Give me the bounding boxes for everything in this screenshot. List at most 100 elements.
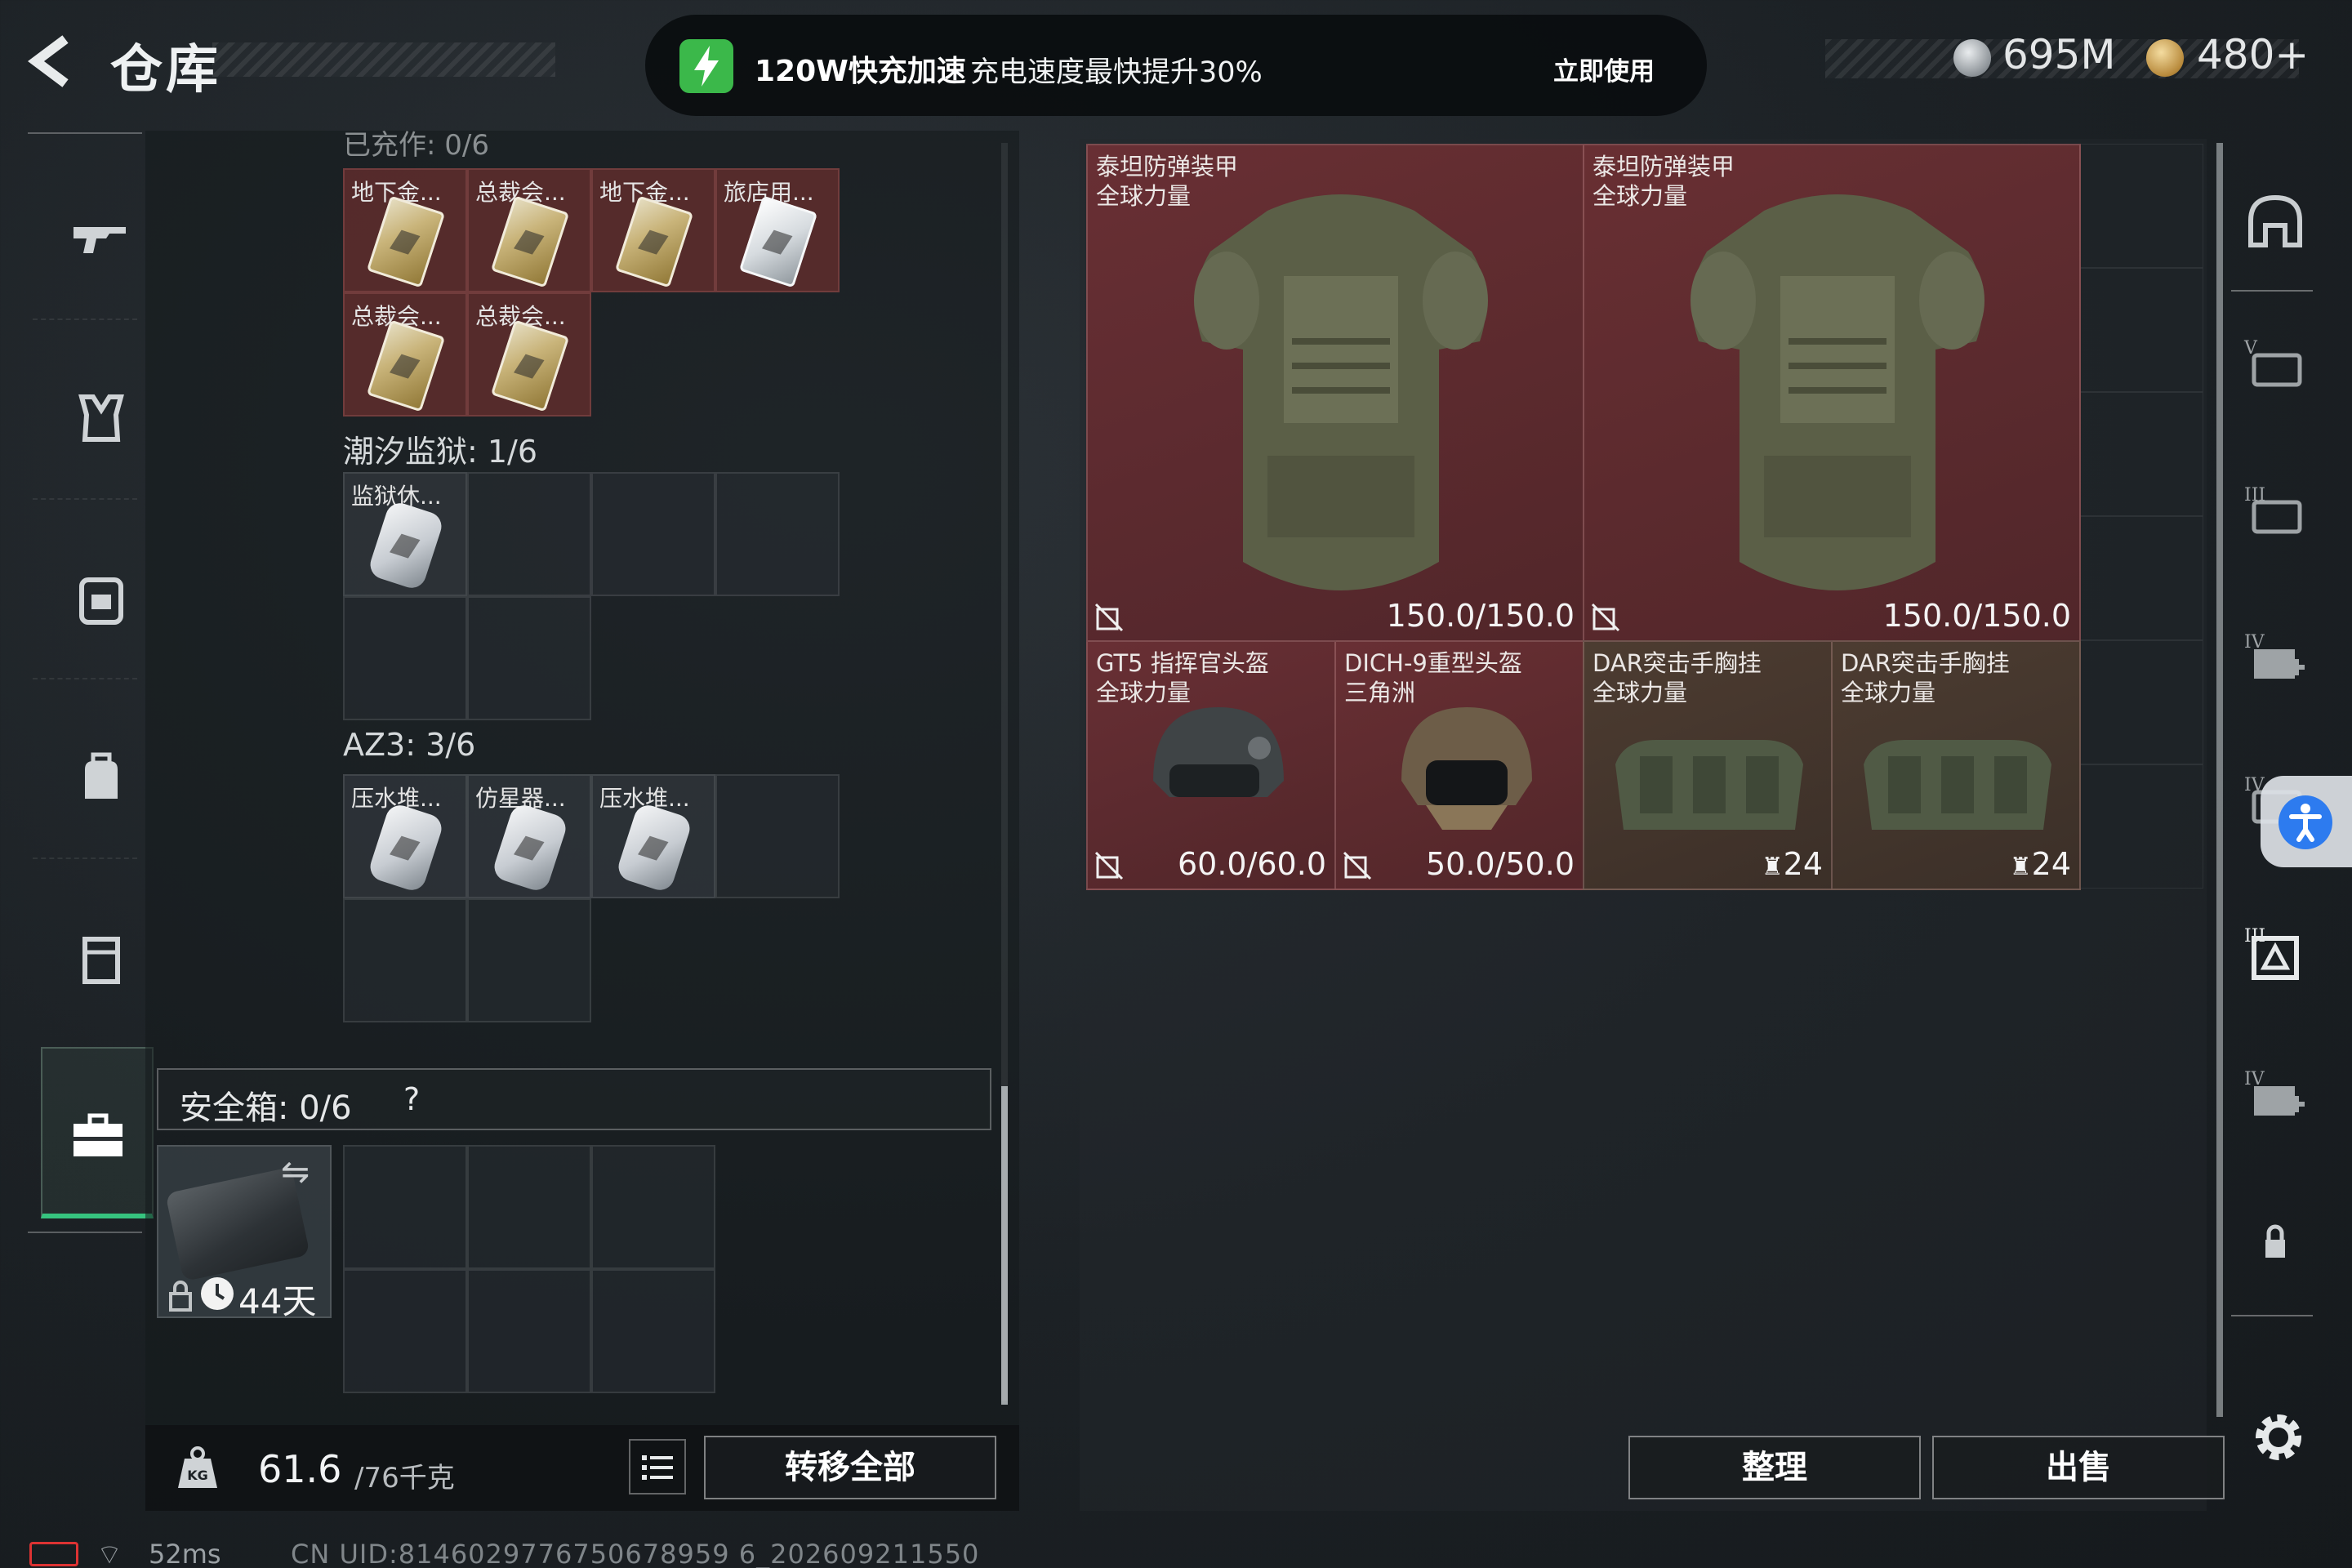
key-card-slot[interactable]: 旅店用... <box>715 168 840 292</box>
empty-slot[interactable] <box>343 1145 467 1269</box>
empty-slot[interactable] <box>2079 268 2203 392</box>
promo-banner[interactable]: 120W快充加速 充电速度最快提升30% 立即使用 <box>645 15 1707 116</box>
ping-readout: 52ms <box>149 1539 221 1568</box>
vest-icon: ♜ <box>1761 853 1784 881</box>
keycard-icon <box>738 195 818 288</box>
keycard-icon <box>366 801 446 894</box>
key-card-slot[interactable]: 总裁会... <box>467 168 591 292</box>
key-card-slot[interactable]: 监狱休... <box>343 472 467 596</box>
durability-value: 150.0/150.0 <box>1386 598 1575 634</box>
gun-icon[interactable] <box>69 206 134 271</box>
equipment-filter-rail: V III IV IV III IV <box>2231 139 2328 1323</box>
inventory-item-chest-rig[interactable]: DAR突击手胸挂 全球力量 ♜24 <box>1831 640 2081 890</box>
inventory-item-chest-rig[interactable]: DAR突击手胸挂 全球力量 ♜24 <box>1583 640 1833 890</box>
inventory-item-helmet[interactable]: DICH-9重型头盔 三角洲 50.0/50.0 <box>1334 640 1584 890</box>
empty-slot[interactable] <box>467 1269 591 1393</box>
empty-slot[interactable] <box>591 1269 715 1393</box>
toolbox-tab-active[interactable] <box>41 1047 154 1218</box>
armor-iii-icon[interactable]: III <box>2243 478 2308 543</box>
item-name: DAR突击手胸挂 全球力量 <box>1592 649 1762 706</box>
back-button[interactable] <box>24 33 82 90</box>
item-name: DAR突击手胸挂 全球力量 <box>1841 649 2010 706</box>
transfer-all-button[interactable]: 转移全部 <box>704 1436 996 1499</box>
keycard-icon <box>490 319 570 412</box>
durability-value: 60.0/60.0 <box>1177 846 1326 882</box>
list-view-button[interactable] <box>629 1439 686 1494</box>
clock-icon <box>201 1277 234 1310</box>
empty-slot[interactable] <box>591 472 715 596</box>
empty-slot[interactable] <box>715 774 840 898</box>
sort-button[interactable]: 整理 <box>1628 1436 1921 1499</box>
lightning-icon <box>679 39 733 93</box>
swap-icon[interactable]: ⇋ <box>281 1152 310 1192</box>
key-card-slot[interactable]: 总裁会... <box>343 292 467 416</box>
accessibility-button[interactable] <box>2261 776 2352 867</box>
bag-iii-icon[interactable]: III <box>2243 919 2308 984</box>
safe-box-item[interactable]: ⇋ 44天 <box>157 1145 332 1321</box>
armor-v-icon[interactable]: V <box>2243 331 2308 396</box>
nav-top-line <box>28 132 142 134</box>
wifi-icon: ⌔ <box>96 1539 122 1568</box>
empty-slot[interactable] <box>715 472 840 596</box>
inventory-item-helmet[interactable]: GT5 指挥官头盔 全球力量 60.0/60.0 <box>1086 640 1336 890</box>
left-scrollbar-thumb[interactable] <box>1001 1086 1008 1405</box>
lock-icon[interactable] <box>2243 1209 2308 1274</box>
no-repair-icon <box>1094 603 1124 632</box>
medkit-iv-icon[interactable]: IV <box>2243 625 2308 690</box>
empty-slot[interactable] <box>343 1269 467 1393</box>
key-card-slot[interactable]: 仿星器... <box>467 774 591 898</box>
no-repair-icon <box>1343 851 1372 880</box>
rail-separator <box>2231 1315 2313 1316</box>
empty-slot[interactable] <box>2079 764 2203 889</box>
key-card-slot[interactable]: 压水堆... <box>343 774 467 898</box>
safe-box-label: 安全箱: 0/6 <box>180 1089 352 1127</box>
promo-description: 充电速度最快提升30% <box>970 56 1263 89</box>
helmet-slot-icon[interactable] <box>2243 188 2308 253</box>
helmet-icon <box>1401 707 1532 830</box>
backpack-icon[interactable] <box>69 565 134 630</box>
empty-slot[interactable] <box>467 472 591 596</box>
az3-section-label: AZ3: 3/6 <box>343 727 476 763</box>
empty-slot[interactable] <box>2079 516 2203 640</box>
chest-rig-icon <box>1615 740 1803 830</box>
key-card-slot[interactable]: 地下金... <box>343 168 467 292</box>
weight-capacity: /76千克 <box>354 1462 455 1494</box>
safe-box-days-remaining: 44天 <box>238 1281 317 1321</box>
empty-slot[interactable] <box>467 1145 591 1269</box>
empty-slot[interactable] <box>591 1145 715 1269</box>
medkit-iv-icon[interactable]: IV <box>2243 1062 2308 1127</box>
body-armor-icon <box>1194 194 1488 590</box>
svg-text:KG: KG <box>187 1468 208 1483</box>
promo-title: 120W快充加速 <box>755 55 966 88</box>
empty-slot[interactable] <box>467 898 591 1022</box>
silver-coin-icon <box>1953 39 1991 77</box>
safe-box-header: 安全箱: 0/6 ? <box>157 1068 991 1130</box>
gold-coin-icon <box>2146 39 2184 77</box>
empty-slot[interactable] <box>343 596 467 720</box>
empty-slot[interactable] <box>2079 144 2203 268</box>
no-repair-icon <box>1591 603 1620 632</box>
list-icon <box>642 1455 673 1480</box>
empty-slot[interactable] <box>2079 392 2203 516</box>
inventory-item-armor[interactable]: 泰坦防弹装甲 全球力量 150.0/150.0 <box>1086 144 1584 642</box>
gear-icon[interactable] <box>2247 1406 2310 1468</box>
keycard-icon <box>366 319 446 412</box>
right-scrollbar-thumb[interactable] <box>2216 143 2223 1417</box>
container-icon[interactable] <box>69 924 134 990</box>
safe-box-help-button[interactable]: ? <box>403 1081 420 1117</box>
weight-icon: KG <box>178 1446 217 1488</box>
empty-slot[interactable] <box>467 596 591 720</box>
promo-use-now-button[interactable]: 立即使用 <box>1553 51 1655 87</box>
vest-icon[interactable] <box>69 385 134 451</box>
sell-button[interactable]: 出售 <box>1932 1436 2225 1499</box>
body-armor-icon <box>1690 194 1984 590</box>
key-card-slot[interactable]: 压水堆... <box>591 774 715 898</box>
key-card-slot[interactable]: 地下金... <box>591 168 715 292</box>
inventory-item-armor[interactable]: 泰坦防弹装甲 全球力量 150.0/150.0 <box>1583 144 2081 642</box>
key-card-slot[interactable]: 总裁会... <box>467 292 591 416</box>
empty-slot[interactable] <box>343 898 467 1022</box>
bag-icon[interactable] <box>69 745 134 810</box>
empty-slot[interactable] <box>2079 640 2203 764</box>
gold-currency-amount[interactable]: 480+ <box>2197 31 2309 78</box>
weight-current: 61.6 <box>258 1447 342 1491</box>
